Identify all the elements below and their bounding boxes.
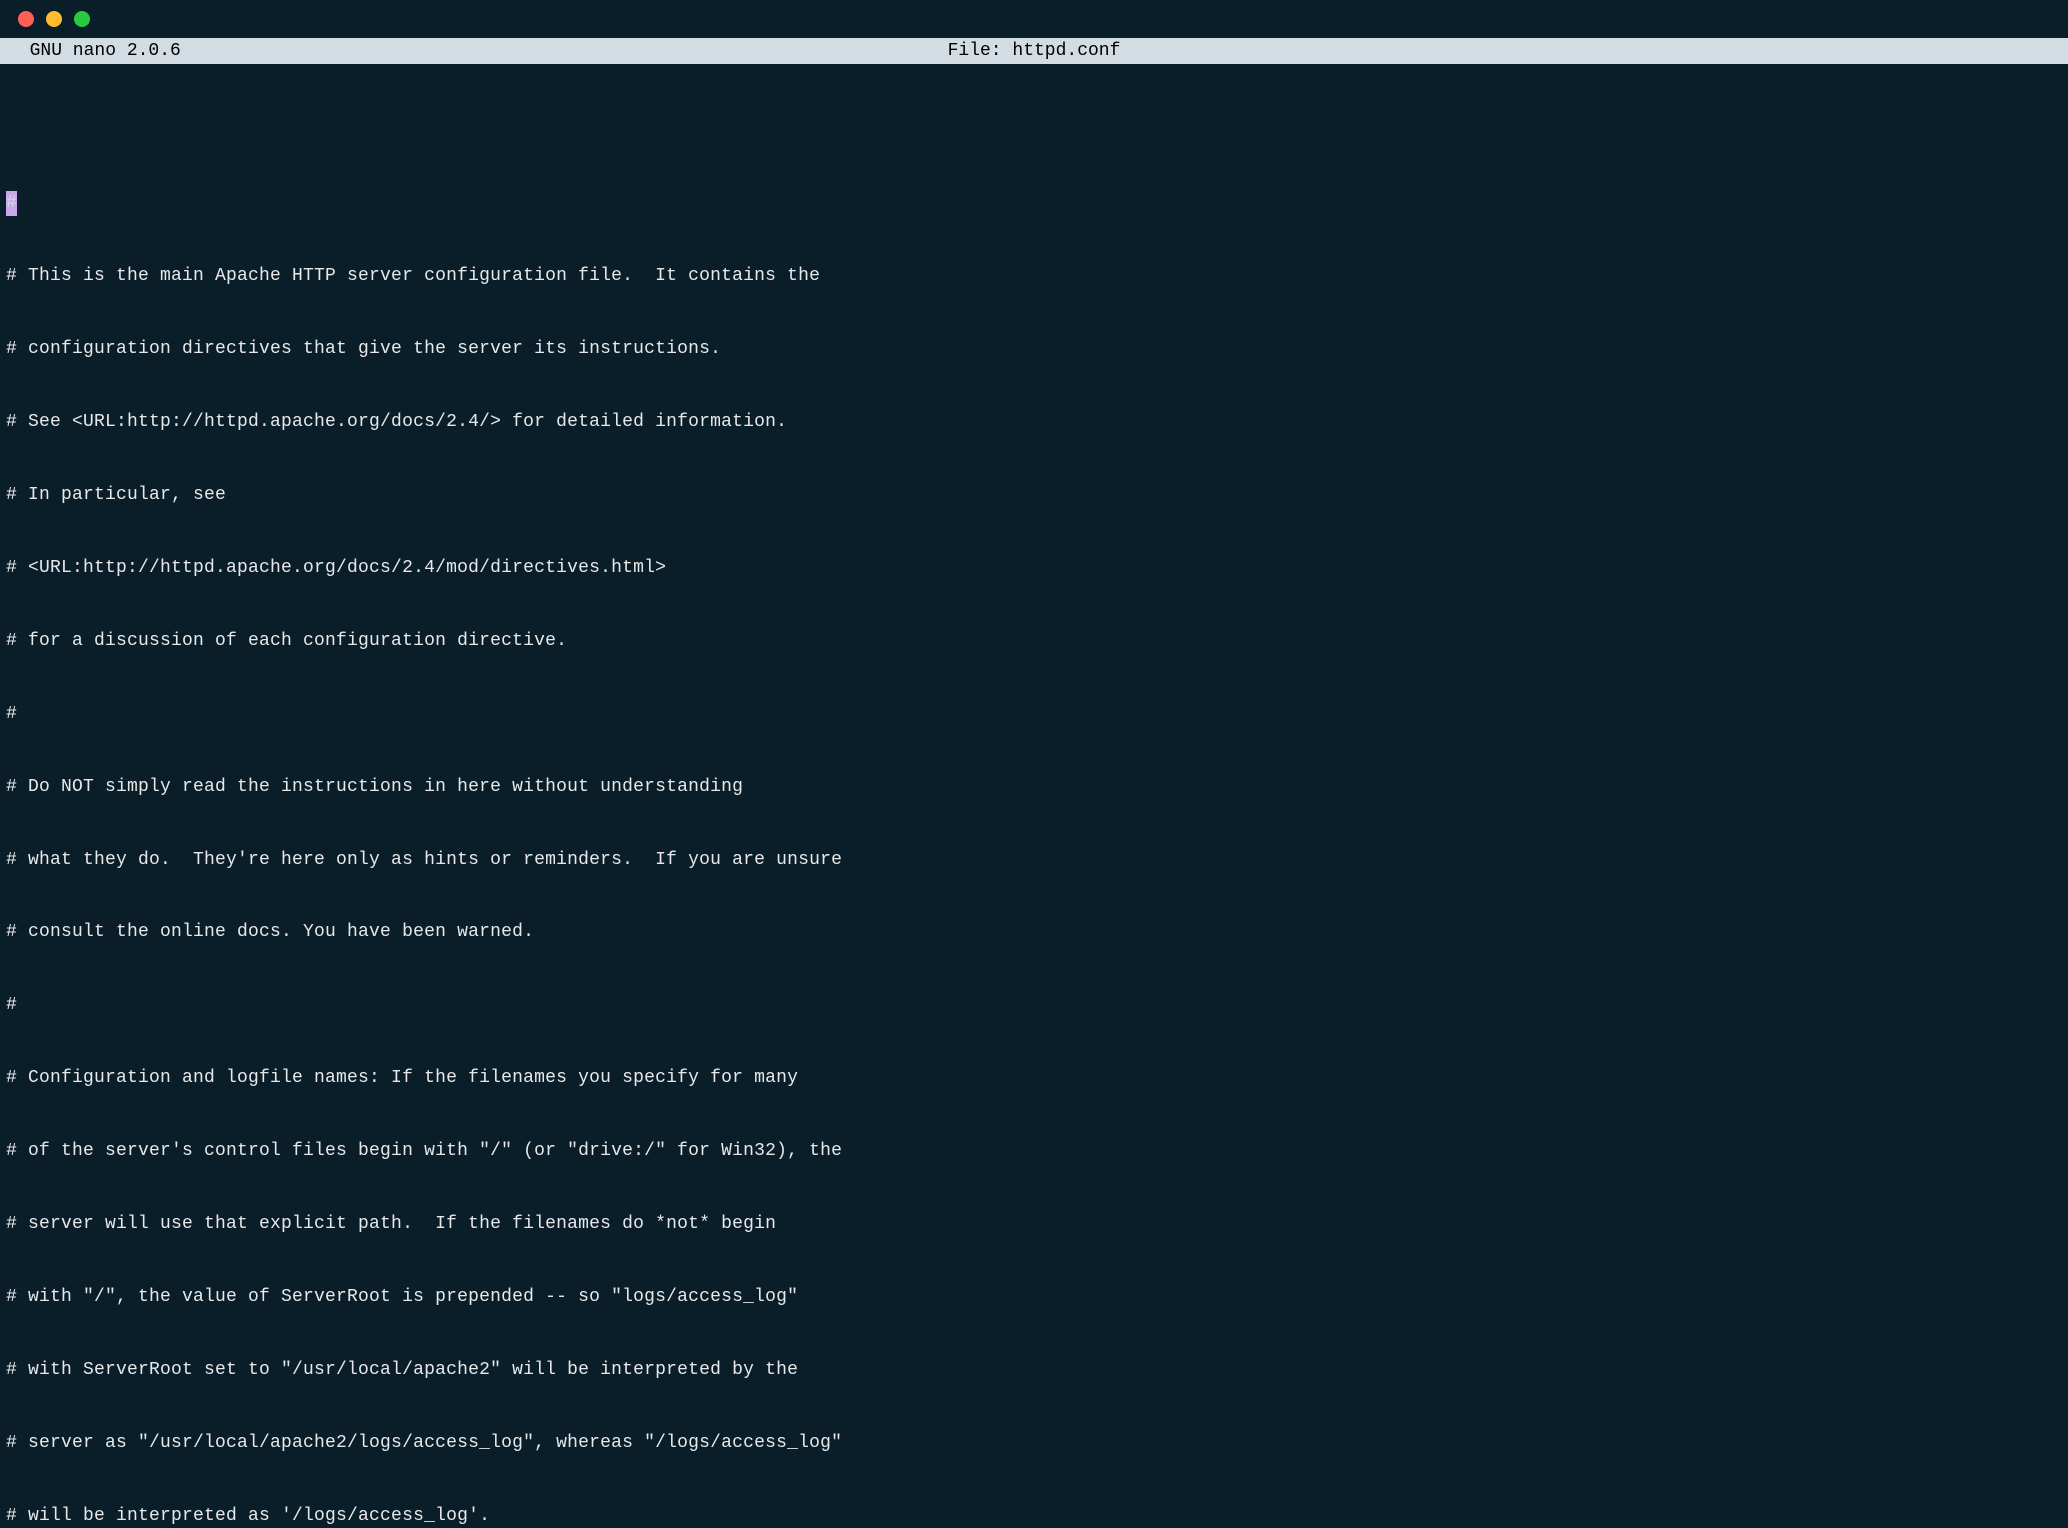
editor-line: # xyxy=(6,702,2062,726)
editor-line: # with ServerRoot set to "/usr/local/apa… xyxy=(6,1358,2062,1382)
editor-area[interactable]: # # This is the main Apache HTTP server … xyxy=(0,64,2068,1528)
minimize-icon[interactable] xyxy=(46,11,62,27)
window-titlebar xyxy=(0,0,2068,38)
close-icon[interactable] xyxy=(18,11,34,27)
editor-line: # Configuration and logfile names: If th… xyxy=(6,1066,2062,1090)
cursor-icon: # xyxy=(6,191,17,215)
editor-line: # <URL:http://httpd.apache.org/docs/2.4/… xyxy=(6,556,2062,580)
editor-line: # what they do. They're here only as hin… xyxy=(6,848,2062,872)
editor-line: # with "/", the value of ServerRoot is p… xyxy=(6,1285,2062,1309)
app-version-label: GNU nano 2.0.6 xyxy=(8,39,181,63)
editor-line: # consult the online docs. You have been… xyxy=(6,920,2062,944)
maximize-icon[interactable] xyxy=(74,11,90,27)
editor-cursor-line: # xyxy=(6,191,2062,215)
editor-line: # will be interpreted as '/logs/access_l… xyxy=(6,1504,2062,1528)
editor-line: # See <URL:http://httpd.apache.org/docs/… xyxy=(6,410,2062,434)
terminal-window: GNU nano 2.0.6 File: httpd.conf # # This… xyxy=(0,0,2068,764)
nano-header: GNU nano 2.0.6 File: httpd.conf xyxy=(0,38,2068,64)
file-name-label: File: httpd.conf xyxy=(948,39,1121,63)
editor-blank-line xyxy=(6,119,2062,143)
editor-line: # In particular, see xyxy=(6,483,2062,507)
editor-line: # server will use that explicit path. If… xyxy=(6,1212,2062,1236)
editor-line: # xyxy=(6,993,2062,1017)
editor-line: # for a discussion of each configuration… xyxy=(6,629,2062,653)
editor-line: # of the server's control files begin wi… xyxy=(6,1139,2062,1163)
editor-line: # Do NOT simply read the instructions in… xyxy=(6,775,2062,799)
editor-line: # configuration directives that give the… xyxy=(6,337,2062,361)
editor-line: # server as "/usr/local/apache2/logs/acc… xyxy=(6,1431,2062,1455)
editor-line: # This is the main Apache HTTP server co… xyxy=(6,264,2062,288)
